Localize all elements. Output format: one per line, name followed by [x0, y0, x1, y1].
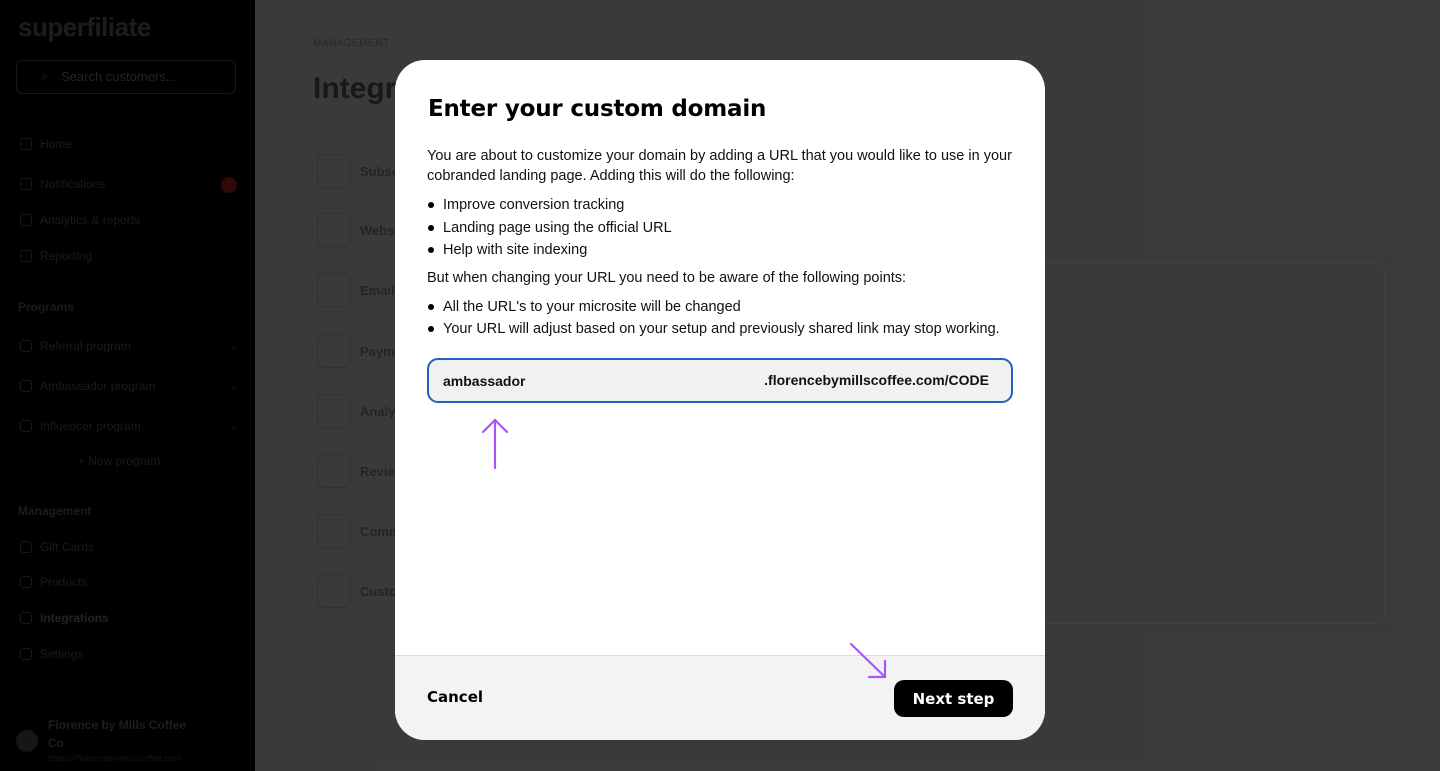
subdomain-input[interactable] — [443, 360, 743, 401]
warning-intro: But when changing your URL you need to b… — [427, 269, 907, 286]
list-item: Landing page using the official URL — [427, 217, 1017, 240]
modal-intro: You are about to customize your domain b… — [427, 148, 1012, 184]
benefits-list: Improve conversion tracking Landing page… — [427, 194, 1017, 262]
list-item: Improve conversion tracking — [427, 194, 1017, 217]
list-item: Your URL will adjust based on your setup… — [427, 318, 1017, 341]
list-item: All the URL's to your microsite will be … — [427, 296, 1017, 319]
modal-footer: Cancel Next step — [395, 655, 1045, 740]
modal-title: Enter your custom domain — [428, 96, 767, 122]
cancel-button[interactable]: Cancel — [427, 688, 483, 706]
custom-domain-modal: Enter your custom domain You are about t… — [395, 60, 1045, 740]
domain-suffix: .florencebymillscoffee.com/CODE — [764, 372, 989, 388]
annotation-arrow-diagonal-icon — [849, 642, 887, 679]
next-step-button[interactable]: Next step — [894, 680, 1013, 717]
list-item: Help with site indexing — [427, 239, 1017, 262]
modal-body: You are about to customize your domain b… — [427, 146, 1017, 347]
custom-domain-field[interactable]: .florencebymillscoffee.com/CODE — [427, 358, 1013, 403]
warnings-list: All the URL's to your microsite will be … — [427, 296, 1017, 341]
annotation-arrow-up-icon — [481, 418, 509, 470]
